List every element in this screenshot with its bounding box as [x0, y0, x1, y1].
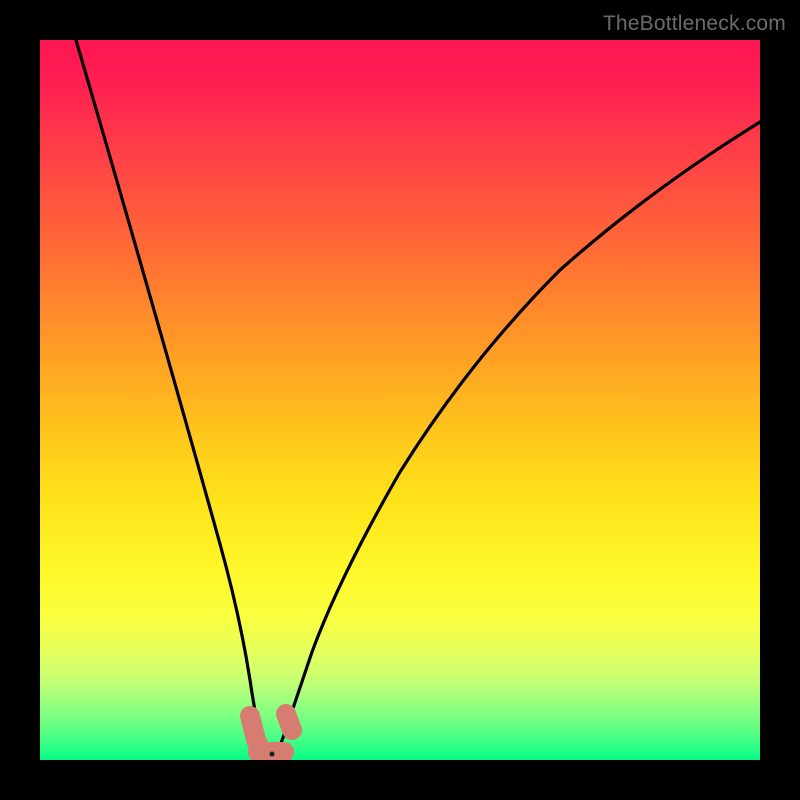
curve-layer	[40, 40, 760, 760]
min-point-dot	[270, 752, 275, 757]
chart-frame: TheBottleneck.com	[0, 0, 800, 800]
plot-area	[40, 40, 760, 760]
bottom-marker	[250, 714, 292, 752]
watermark-text: TheBottleneck.com	[603, 12, 786, 36]
bottleneck-curve	[76, 40, 760, 757]
